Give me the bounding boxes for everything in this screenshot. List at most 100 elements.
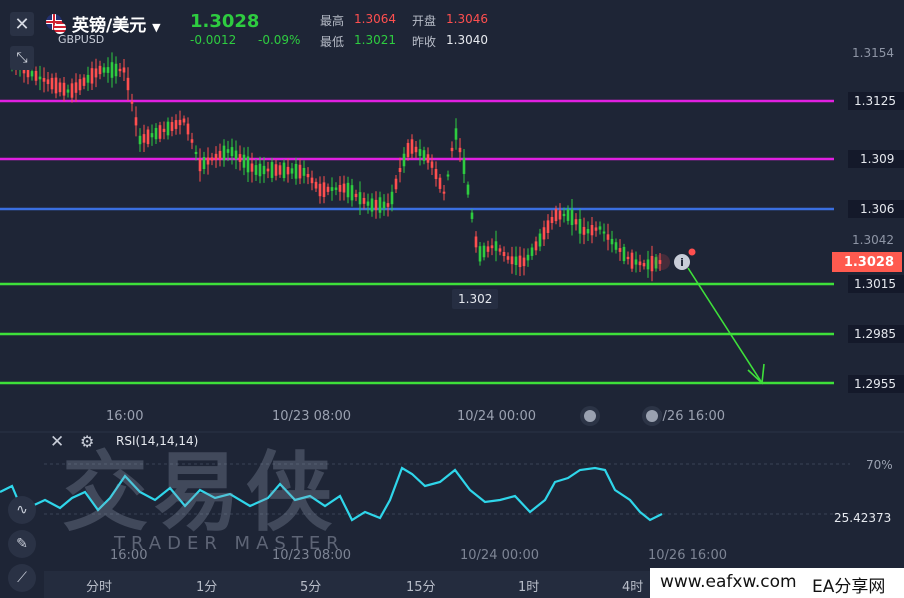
- candle-body: [342, 183, 346, 193]
- candle-body: [418, 149, 422, 156]
- tf-1h[interactable]: 1时: [518, 576, 539, 595]
- level-tag-5: 1.2985: [848, 325, 904, 343]
- close-chart-button[interactable]: ✕: [10, 12, 34, 36]
- candle-body: [406, 142, 410, 158]
- candle-body: [194, 151, 198, 155]
- candle-body: [90, 68, 94, 84]
- candle-body: [86, 74, 90, 83]
- candle-body: [582, 226, 586, 235]
- candle-body: [138, 135, 142, 145]
- candle-body: [178, 119, 182, 126]
- candle-body: [282, 162, 286, 179]
- info-icon[interactable]: i: [674, 254, 690, 270]
- footer-brand: EA分享网: [812, 577, 886, 597]
- candle-body: [626, 256, 630, 260]
- candle-body: [506, 256, 510, 260]
- candle-body: [98, 65, 102, 75]
- candle-body: [458, 147, 462, 153]
- candle-body: [382, 201, 386, 209]
- candle-body: [46, 79, 50, 85]
- candle-body: [334, 187, 338, 190]
- candle-body: [270, 162, 274, 178]
- tf-1m[interactable]: 1分: [196, 576, 217, 595]
- scroll-dot-icon[interactable]: [584, 410, 596, 422]
- low-callout: 1.302: [452, 289, 499, 309]
- indicator-tool-button[interactable]: ∿: [8, 496, 36, 524]
- level-tag-3: 1.306: [848, 200, 904, 218]
- candle-body: [402, 153, 406, 167]
- candle-body: [322, 182, 326, 197]
- candle-body: [134, 117, 138, 126]
- candle-body: [210, 157, 214, 161]
- candle-body: [470, 212, 474, 219]
- tf-4h[interactable]: 4时: [622, 576, 643, 595]
- candle-body: [166, 121, 170, 136]
- tf-15m[interactable]: 15分: [406, 576, 436, 595]
- candle-body: [262, 165, 266, 175]
- candle-body: [122, 67, 126, 73]
- tf-tick[interactable]: 分时: [86, 576, 112, 595]
- candle-body: [490, 245, 494, 249]
- candle-body: [574, 219, 578, 225]
- candle-body: [370, 198, 374, 212]
- rsi-level-70: 70%: [866, 458, 893, 472]
- candle-body: [474, 236, 478, 248]
- level-tag-1: 1.3125: [848, 92, 904, 110]
- prev-close-value: 1.3040: [446, 33, 488, 47]
- candle-body: [330, 187, 334, 191]
- candle-body: [214, 153, 218, 161]
- candle-body: [414, 146, 418, 153]
- candle-body: [630, 252, 634, 269]
- candle-body: [38, 76, 42, 80]
- candle-body: [162, 128, 166, 132]
- candle-body: [222, 145, 226, 161]
- line-chart-icon: ⟋: [17, 570, 27, 586]
- chart-type-button[interactable]: ⟋: [8, 564, 36, 592]
- candle-body: [182, 118, 186, 123]
- scroll-dot-icon-2[interactable]: [646, 410, 658, 422]
- candle-body: [522, 257, 526, 267]
- open-value: 1.3046: [446, 12, 488, 26]
- candle-body: [278, 165, 282, 175]
- candle-body: [62, 82, 66, 96]
- draw-tool-button[interactable]: ✎: [8, 530, 36, 558]
- candle-body: [602, 231, 606, 234]
- candle-body: [538, 233, 542, 247]
- candle-body: [386, 203, 390, 207]
- candle-body: [338, 184, 342, 192]
- candle-body: [266, 168, 270, 172]
- candle-body: [586, 229, 590, 234]
- candle-body: [550, 217, 554, 223]
- candle-body: [286, 166, 290, 175]
- tf-5m[interactable]: 5分: [300, 576, 321, 595]
- candle-body: [146, 129, 150, 145]
- candle-body: [498, 248, 502, 252]
- collapse-icon: ⤡: [16, 50, 28, 66]
- candle-body: [58, 82, 62, 93]
- rsi-time-label-1: 16:00: [110, 548, 148, 563]
- candle-body: [442, 191, 446, 194]
- candle-body: [314, 181, 318, 189]
- candle-body: [454, 128, 458, 140]
- watermark-logo: 交易侠: [62, 443, 338, 543]
- candle-body: [350, 185, 354, 201]
- candle-body: [394, 178, 398, 190]
- candle-body: [390, 191, 394, 205]
- candle-body: [610, 238, 614, 245]
- candle-body: [206, 157, 210, 165]
- candle-body: [434, 169, 438, 179]
- candle-body: [150, 133, 154, 138]
- candle-body: [570, 209, 574, 226]
- rsi-time-label-3: 10/24 00:00: [460, 548, 540, 563]
- candle-body: [622, 246, 626, 262]
- candle-body: [558, 210, 562, 220]
- collapse-button[interactable]: ⤡: [10, 46, 34, 70]
- chevron-down-icon: ▼: [152, 21, 161, 34]
- footer-site: www.eafxw.com: [660, 572, 797, 592]
- candle-body: [562, 213, 566, 217]
- candle-body: [362, 197, 366, 204]
- open-label: 开盘: [412, 14, 437, 28]
- candle-body: [446, 174, 450, 177]
- candle-body: [618, 248, 622, 252]
- candle-body: [354, 193, 358, 198]
